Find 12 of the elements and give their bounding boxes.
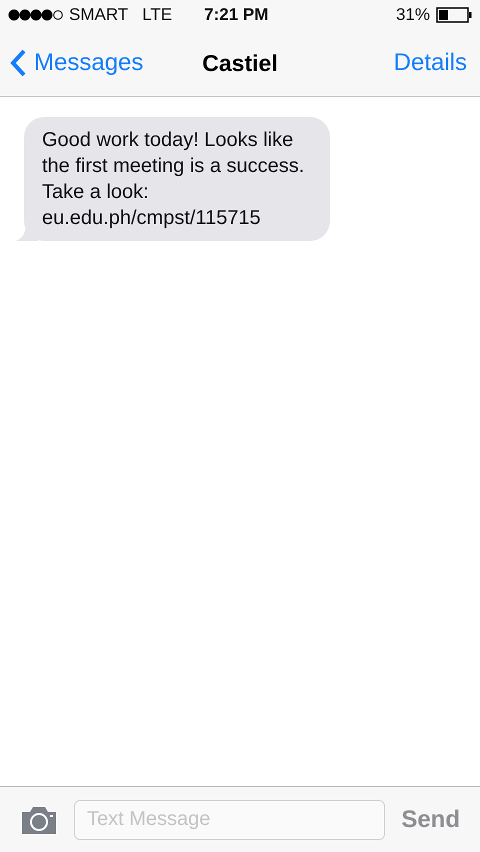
network-type: LTE — [142, 4, 172, 26]
send-button[interactable]: Send — [401, 802, 460, 838]
chevron-left-icon — [10, 49, 26, 77]
clock: 7:21 PM — [204, 4, 268, 26]
details-button[interactable]: Details — [394, 45, 470, 81]
contact-name: Castiel — [202, 48, 278, 78]
battery-percent: 31% — [396, 4, 430, 26]
camera-icon[interactable] — [20, 806, 58, 834]
signal-icon — [8, 9, 64, 21]
carrier-name: SMART — [69, 4, 128, 26]
battery-icon — [436, 7, 472, 23]
back-button[interactable]: Messages — [10, 45, 144, 81]
